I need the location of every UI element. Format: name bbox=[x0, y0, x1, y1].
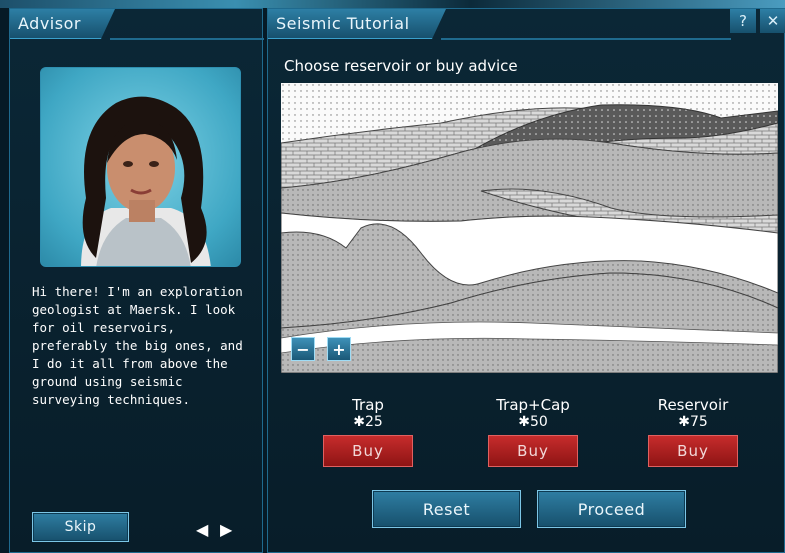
close-button[interactable]: ✕ bbox=[760, 9, 785, 33]
advisor-portrait bbox=[40, 67, 241, 267]
reset-button[interactable]: Reset bbox=[372, 490, 521, 528]
option-label: Reservoir bbox=[657, 396, 729, 414]
advisor-title: Advisor bbox=[18, 14, 81, 33]
option-label: Trap+Cap bbox=[496, 396, 570, 414]
prev-arrow-icon[interactable]: ◀ bbox=[196, 520, 208, 539]
option-cost: ✱75 bbox=[678, 414, 708, 430]
option-cost: ✱25 bbox=[353, 414, 383, 430]
option-trap: Trap ✱25 bbox=[328, 396, 408, 430]
skip-button[interactable]: Skip bbox=[32, 512, 129, 542]
seismic-tutorial-panel: Seismic Tutorial ? ✕ Choose reservoir or… bbox=[267, 8, 785, 553]
tutorial-title: Seismic Tutorial bbox=[276, 14, 410, 33]
zoom-out-button[interactable]: − bbox=[291, 337, 315, 361]
buy-trap-cap-button[interactable]: Buy bbox=[488, 435, 578, 467]
instruction-text: Choose reservoir or buy advice bbox=[284, 57, 518, 75]
option-trap-cap: Trap+Cap ✱50 bbox=[478, 396, 588, 430]
header-divider bbox=[441, 38, 731, 40]
advisor-tab: Advisor bbox=[10, 9, 115, 39]
background-strip bbox=[0, 0, 785, 8]
option-reservoir: Reservoir ✱75 bbox=[643, 396, 743, 430]
zoom-in-button[interactable]: + bbox=[327, 337, 351, 361]
next-arrow-icon[interactable]: ▶ bbox=[220, 520, 232, 539]
seismic-section[interactable]: − + bbox=[281, 83, 778, 373]
header-divider bbox=[110, 38, 264, 40]
advisor-text: Hi there! I'm an exploration geologist a… bbox=[32, 284, 243, 407]
tutorial-tab: Seismic Tutorial bbox=[268, 9, 446, 39]
option-cost: ✱50 bbox=[518, 414, 548, 430]
advisor-panel: Advisor Hi there! I'm an exploration geo… bbox=[9, 8, 264, 553]
help-button[interactable]: ? bbox=[730, 9, 756, 33]
buy-reservoir-button[interactable]: Buy bbox=[648, 435, 738, 467]
proceed-button[interactable]: Proceed bbox=[537, 490, 686, 528]
option-label: Trap bbox=[352, 396, 384, 414]
buy-trap-button[interactable]: Buy bbox=[323, 435, 413, 467]
